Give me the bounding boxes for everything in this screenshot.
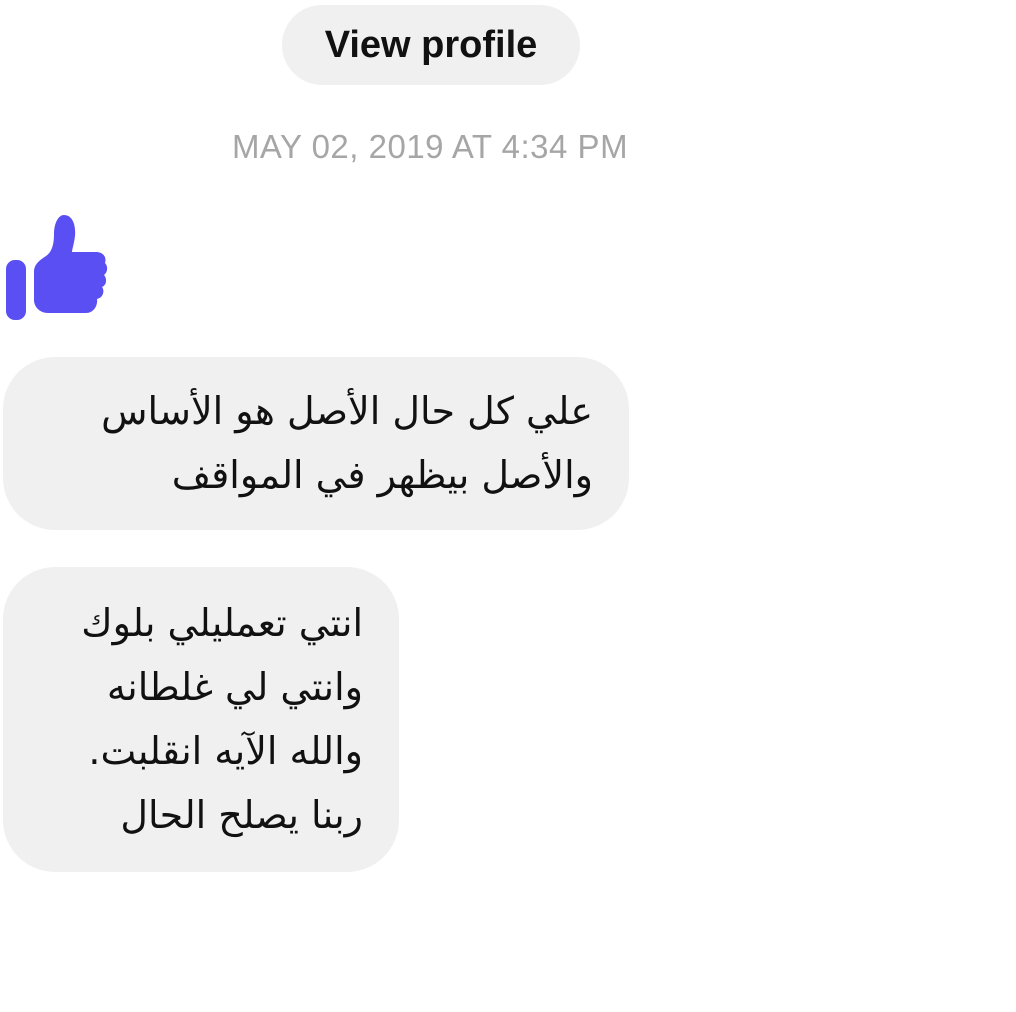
message-line: علي كل حال الأصل هو الأساس [101,389,593,433]
message-line: وانتي لي غلطانه [106,665,363,709]
message-bubble[interactable]: علي كل حال الأصل هو الأساس والأصل بيظهر … [3,357,629,530]
message-line: ربنا يصلح الحال [120,793,363,837]
message-timestamp: MAY 02, 2019 AT 4:34 PM [231,128,629,165]
thumbs-up-icon [4,212,110,322]
message-line: والأصل بيظهر في المواقف [171,453,593,497]
message-line: والله الآيه انقلبت. [88,729,363,773]
view-profile-button[interactable]: View profile [282,5,580,85]
message-bubble[interactable]: انتي تعمليلي بلوك وانتي لي غلطانه والله … [3,567,399,872]
message-line: انتي تعمليلي بلوك [81,601,363,645]
